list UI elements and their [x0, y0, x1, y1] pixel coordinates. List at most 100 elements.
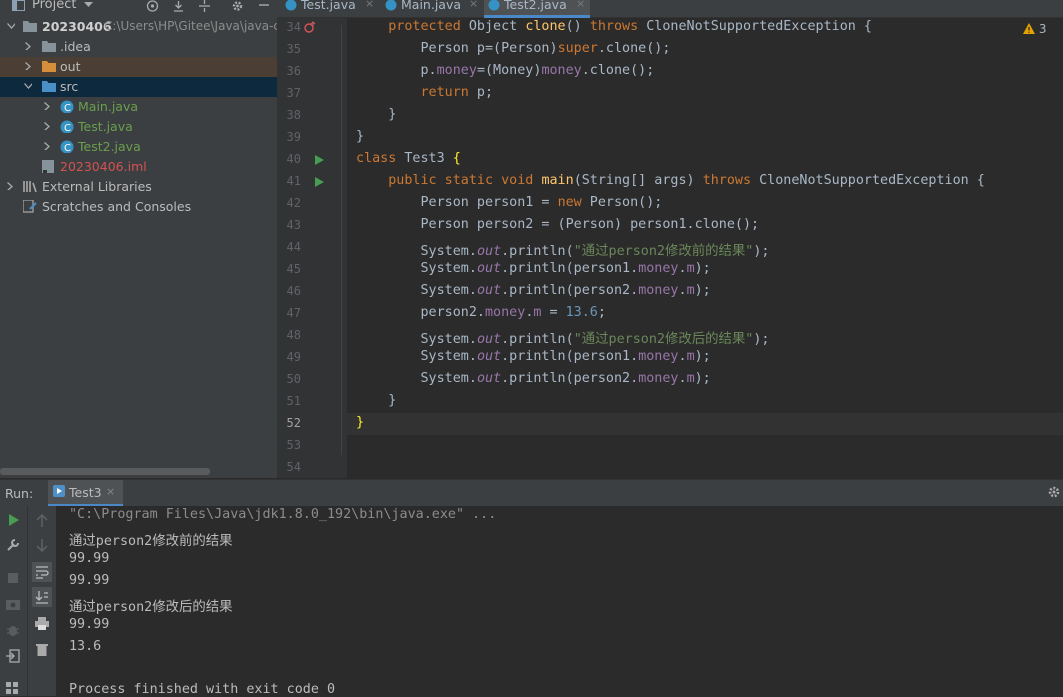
tree-root-path: C:\Users\HP\Gitee\Java\java-c: [104, 19, 277, 33]
code-line-38[interactable]: }: [356, 107, 396, 122]
layout-icon[interactable]: [6, 682, 19, 695]
tab-label: Test2.java: [504, 0, 567, 12]
chevron-right-icon[interactable]: [25, 62, 33, 70]
code-line-49[interactable]: System.out.println(person1.money.m);: [356, 349, 711, 364]
stop-icon[interactable]: [8, 573, 19, 584]
code-line-39[interactable]: }: [356, 129, 364, 144]
tree-root[interactable]: 20230406 C:\Users\HP\Gitee\Java\java-c: [0, 17, 277, 37]
code-line-41[interactable]: public static void main(String[] args) t…: [356, 173, 985, 188]
code-line-51[interactable]: }: [356, 393, 396, 408]
code-line-50[interactable]: System.out.println(person2.money.m);: [356, 371, 711, 386]
inspection-widget[interactable]: 3: [1023, 22, 1046, 36]
arrow-down-icon[interactable]: [36, 539, 48, 552]
tab-test-java[interactable]: Test.java ×: [281, 0, 377, 17]
code-line-34[interactable]: protected Object clone() throws CloneNot…: [356, 19, 872, 34]
code-line-40[interactable]: class Test3 {: [356, 151, 461, 166]
close-icon[interactable]: ×: [365, 0, 374, 10]
code-line-43[interactable]: Person person2 = (Person) person1.clone(…: [356, 217, 760, 232]
project-panel-title[interactable]: Project: [32, 0, 76, 12]
camera-icon[interactable]: [6, 598, 20, 610]
code-line-35[interactable]: Person p=(Person)super.clone();: [356, 41, 671, 56]
line-number: 47: [286, 306, 301, 320]
console-line: 通过person2修改前的结果: [69, 534, 233, 549]
collapse-all-icon[interactable]: [198, 0, 211, 12]
line-number: 43: [286, 218, 301, 232]
line-number: 39: [286, 130, 301, 144]
run-toolbar: [0, 506, 56, 696]
tab-main-java[interactable]: Main.java ×: [381, 0, 481, 17]
chevron-down-icon[interactable]: [7, 23, 15, 31]
run-gutter-icon[interactable]: [315, 155, 324, 165]
tree-item-label: Test2.java: [78, 139, 141, 154]
locate-icon[interactable]: [146, 0, 159, 12]
scroll-to-end-icon: [35, 591, 48, 604]
horizontal-scrollbar[interactable]: [0, 468, 210, 475]
tree-item-main-java[interactable]: C Main.java: [0, 97, 277, 117]
library-icon: [23, 181, 37, 193]
soft-wrap-toggle[interactable]: [32, 562, 52, 582]
run-tab-test3[interactable]: Test3 ×: [48, 480, 123, 506]
chevron-right-icon[interactable]: [44, 102, 52, 110]
close-icon[interactable]: ×: [576, 0, 585, 10]
code-line-42[interactable]: Person person1 = new Person();: [356, 195, 663, 210]
tab-label: Test.java: [301, 0, 356, 12]
line-number: 35: [286, 42, 301, 56]
print-icon[interactable]: [35, 617, 49, 630]
close-icon[interactable]: ×: [106, 485, 115, 498]
tree-item-test-java[interactable]: C Test.java: [0, 117, 277, 137]
minimize-icon[interactable]: [258, 0, 270, 10]
folder-icon: [42, 41, 56, 52]
run-config-icon: [53, 485, 65, 497]
expand-all-icon[interactable]: [172, 0, 185, 12]
chevron-right-icon[interactable]: [25, 42, 33, 50]
scroll-to-end-toggle[interactable]: [32, 587, 52, 607]
tree-item-idea[interactable]: .idea: [0, 37, 277, 57]
arrow-up-icon[interactable]: [36, 514, 48, 527]
chevron-down-icon[interactable]: [84, 2, 93, 8]
code-line-46[interactable]: System.out.println(person2.money.m);: [356, 283, 711, 298]
tree-item-label: Main.java: [78, 99, 139, 114]
code-line-36[interactable]: p.money=(Money)money.clone();: [356, 63, 655, 78]
line-number: 53: [286, 438, 301, 452]
code-line-47[interactable]: person2.money.m = 13.6;: [356, 305, 606, 320]
run-tab-label: Test3: [69, 485, 102, 500]
tree-item-test2-java[interactable]: C Test2.java: [0, 137, 277, 157]
exit-icon[interactable]: [6, 649, 20, 663]
chevron-right-icon[interactable]: [44, 142, 52, 150]
close-icon[interactable]: ×: [469, 0, 478, 10]
console-line[interactable]: "C:\Program Files\Java\jdk1.8.0_192\bin\…: [69, 507, 496, 522]
bug-icon[interactable]: [6, 623, 20, 637]
console-line: 99.99: [69, 573, 110, 588]
line-number: 42: [286, 196, 301, 210]
gear-icon[interactable]: [231, 0, 244, 12]
run-panel-label: Run:: [5, 486, 34, 501]
tree-item-scratches[interactable]: Scratches and Consoles: [0, 197, 277, 217]
code-line-45[interactable]: System.out.println(person1.money.m);: [356, 261, 711, 276]
line-number: 41: [286, 174, 301, 188]
chevron-right-icon[interactable]: [7, 182, 15, 190]
code-line-52[interactable]: }: [356, 415, 364, 430]
line-number: 38: [286, 108, 301, 122]
trash-icon[interactable]: [36, 642, 48, 656]
code-line-37[interactable]: return p;: [356, 85, 494, 100]
rerun-icon[interactable]: [8, 514, 20, 526]
tree-item-out[interactable]: out: [0, 57, 277, 77]
line-number: 46: [286, 284, 301, 298]
chevron-right-icon[interactable]: [44, 122, 52, 130]
line-number: 37: [286, 86, 301, 100]
current-line-highlight: [347, 413, 1063, 435]
chevron-down-icon[interactable]: [24, 83, 32, 91]
code-line-44[interactable]: System.out.println("通过person2修改前的结果");: [356, 239, 770, 259]
line-number: 52: [286, 416, 301, 430]
code-line-48[interactable]: System.out.println("通过person2修改后的结果");: [356, 327, 770, 347]
tree-item-src[interactable]: src: [0, 77, 277, 97]
tree-item-label: 20230406.iml: [60, 159, 147, 174]
gear-icon[interactable]: [1047, 485, 1061, 499]
line-number: 49: [286, 350, 301, 364]
tree-item-external-libraries[interactable]: External Libraries: [0, 177, 277, 197]
wrench-icon[interactable]: [6, 538, 20, 552]
run-gutter-icon[interactable]: [315, 177, 324, 187]
tab-test2-java[interactable]: Test2.java ×: [484, 0, 590, 18]
override-marker-icon[interactable]: [304, 21, 316, 33]
tree-item-iml[interactable]: 20230406.iml: [0, 157, 277, 177]
